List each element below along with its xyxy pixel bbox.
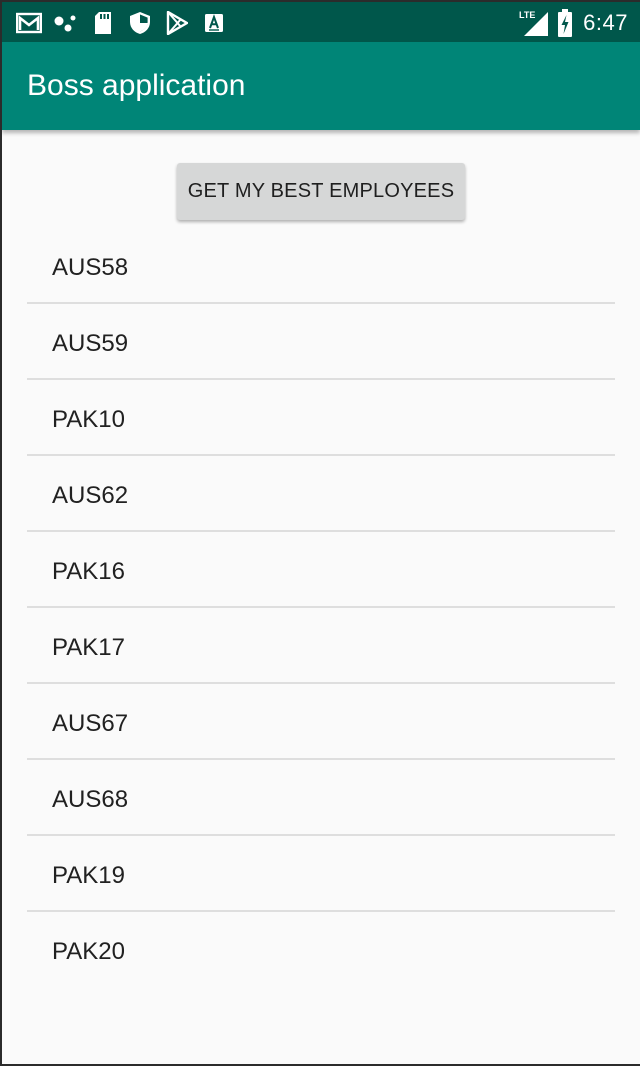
list-item[interactable]: PAK19 [27,836,615,912]
employee-id: PAK16 [52,558,125,585]
battery-charging-icon [557,9,573,37]
play-store-icon [164,10,190,36]
list-item[interactable]: PAK17 [27,608,615,684]
connection-dots-icon [53,10,79,36]
employee-id: AUS58 [52,254,129,281]
employee-list[interactable]: AUS58 AUS59 PAK10 AUS62 PAK16 PAK17 AUS6… [27,228,615,988]
list-item[interactable]: AUS68 [27,760,615,836]
network-type-label: LTE [519,10,535,20]
sd-card-icon [90,10,116,36]
system-status-icons: LTE 6:47 [519,8,628,38]
list-item[interactable]: AUS58 [27,228,615,304]
gmail-icon [16,10,42,36]
employee-id: PAK10 [52,406,125,433]
employee-id: PAK20 [52,938,125,965]
status-bar: LTE 6:47 [2,2,640,42]
app-bar: Boss application [2,42,640,130]
a-box-icon [201,10,227,36]
notification-icons [16,10,238,36]
phone-screen: LTE 6:47 Boss application GET MY BEST EM… [2,2,640,1064]
list-item[interactable]: PAK16 [27,532,615,608]
clock: 6:47 [583,10,628,35]
employee-id: PAK17 [52,634,125,661]
list-item[interactable]: PAK10 [27,380,615,456]
employee-id: AUS68 [52,786,129,813]
list-item[interactable]: AUS59 [27,304,615,380]
list-item[interactable]: AUS67 [27,684,615,760]
list-item[interactable]: PAK20 [27,912,615,988]
lte-signal-icon: LTE [519,9,551,37]
employee-id: AUS59 [52,330,129,357]
get-best-employees-button[interactable]: GET MY BEST EMPLOYEES [177,163,465,220]
shield-icon [127,10,153,36]
main-content: GET MY BEST EMPLOYEES AUS58 AUS59 PAK10 … [2,130,640,1064]
app-title: Boss application [27,69,246,102]
list-item[interactable]: AUS62 [27,456,615,532]
employee-id: AUS62 [52,482,129,509]
employee-id: AUS67 [52,710,129,737]
employee-id: PAK19 [52,862,125,889]
